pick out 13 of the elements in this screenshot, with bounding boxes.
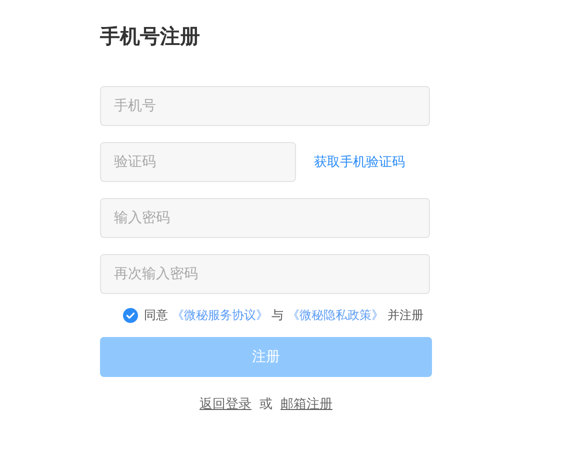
phone-field[interactable]: 手机号 (100, 86, 430, 126)
checkbox[interactable] (123, 308, 138, 322)
policy-link[interactable]: 《微秘隐私政策》 (287, 308, 384, 322)
code-field[interactable]: 验证码 (100, 142, 296, 182)
agreement-text: 同意 《微秘服务协议》 与 《微秘隐私政策》 并注册 (144, 306, 424, 324)
policy-link[interactable]: 《微秘服务协议》 (172, 308, 268, 322)
separator-text: 或 (260, 396, 272, 413)
get-code-link[interactable]: 获取手机验证码 (314, 153, 405, 171)
password-field[interactable]: 再次输入密码 (100, 254, 430, 294)
footer-link[interactable]: 邮箱注册 (280, 395, 332, 413)
password-field[interactable]: 输入密码 (100, 198, 430, 238)
page-title: 手机号注册 (100, 23, 201, 50)
footer-link[interactable]: 返回登录 (200, 395, 252, 413)
